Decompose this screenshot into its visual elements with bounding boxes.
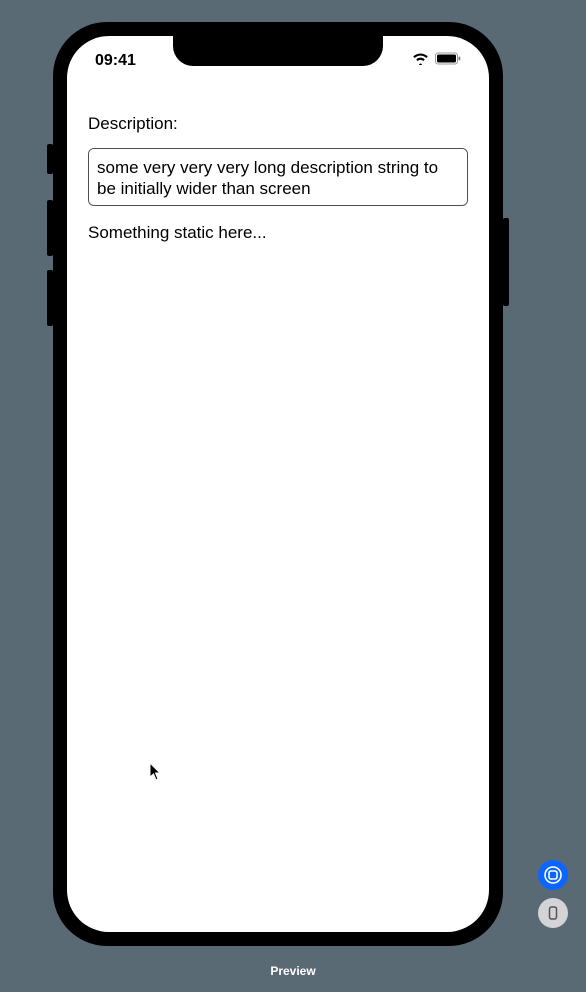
mouse-cursor-icon	[150, 763, 162, 781]
description-input[interactable]	[88, 148, 468, 206]
device-settings-button[interactable]	[538, 898, 568, 928]
preview-label: Preview	[0, 964, 586, 978]
status-indicators	[412, 52, 461, 70]
description-label: Description:	[88, 114, 468, 134]
phone-frame: 09:41 Description: Somet	[53, 22, 503, 946]
canvas-controls	[538, 860, 568, 928]
status-time: 09:41	[95, 52, 136, 70]
selectable-mode-button[interactable]	[538, 860, 568, 890]
static-text: Something static here...	[88, 223, 468, 243]
battery-icon	[435, 52, 461, 70]
phone-power-button	[503, 218, 509, 306]
content-area: Description: Something static here...	[67, 114, 489, 243]
phone-notch	[173, 36, 383, 66]
wifi-icon	[412, 52, 429, 70]
phone-screen: 09:41 Description: Somet	[67, 36, 489, 932]
